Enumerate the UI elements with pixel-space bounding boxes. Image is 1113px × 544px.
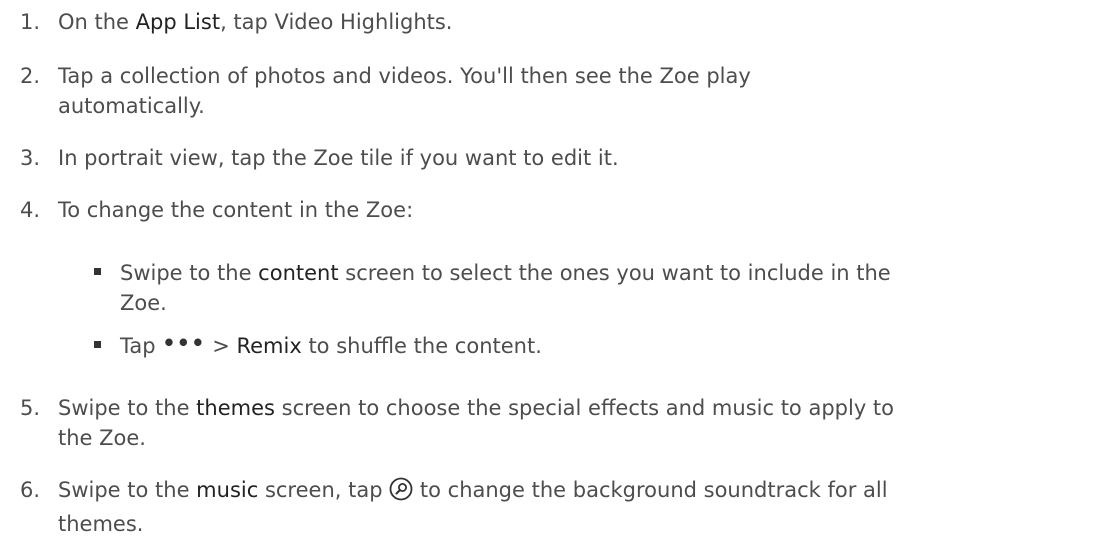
step-number: 6. [20, 478, 41, 502]
text-segment: Swipe to the [120, 261, 259, 285]
step-number: 3. [20, 146, 41, 170]
step-number: 4. [20, 198, 41, 222]
text-segment: to change the background soundtrack for … [413, 478, 888, 502]
text-segment: the Zoe. [58, 426, 146, 450]
text-segment: screen, tap [258, 478, 390, 502]
step-number: 5. [20, 396, 41, 420]
music-term: music [196, 478, 259, 502]
text-segment: Swipe to the [58, 478, 197, 502]
search-icon [389, 477, 413, 509]
themes-term: themes [196, 396, 275, 420]
step-text: Swipe to the themes screen to choose the… [58, 393, 1108, 453]
more-options-icon: ••• [162, 331, 206, 355]
step-text: Swipe to the music screen, tap to change… [58, 475, 1108, 539]
step-text: In portrait view, tap the Zoe tile if yo… [58, 146, 619, 170]
text-segment: Tap a collection of photos and videos. Y… [58, 64, 751, 88]
step-text: Tap a collection of photos and videos. Y… [58, 61, 1108, 121]
step-text: To change the content in the Zoe: [58, 198, 414, 222]
step-number: 2. [20, 64, 41, 88]
text-segment: Zoe. [120, 291, 167, 315]
text-segment: > [205, 334, 237, 358]
text-segment: screen to choose the special effects and… [274, 396, 895, 420]
text-segment: On the [58, 10, 136, 34]
text-segment: to shuffle the content. [301, 334, 542, 358]
text-segment: automatically. [58, 94, 205, 118]
text-segment: , tap Video Highlights. [220, 10, 453, 34]
app-list-term: App List [135, 10, 221, 34]
step-number: 1. [20, 10, 41, 34]
bullet-marker [94, 341, 101, 348]
text-segment: screen to select the ones you want to in… [338, 261, 891, 285]
text-segment: Swipe to the [58, 396, 197, 420]
bullet-marker [94, 268, 101, 275]
bullet-text: Swipe to the content screen to select th… [120, 258, 1110, 318]
remix-term: Remix [236, 334, 302, 358]
step-text: On the App List, tap Video Highlights. [58, 7, 1108, 37]
bullet-text: Tap ••• > Remix to shuffle the content. [120, 331, 1110, 361]
content-term: content [258, 261, 339, 285]
text-segment: Tap [120, 334, 163, 358]
text-segment: themes. [58, 512, 144, 536]
